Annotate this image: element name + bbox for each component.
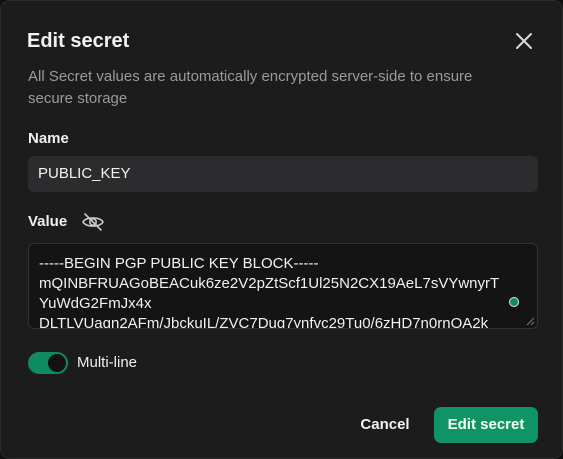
name-input[interactable]: PUBLIC_KEY (28, 156, 538, 192)
eye-off-icon (82, 213, 104, 231)
extension-indicator-icon[interactable] (509, 297, 519, 307)
value-line: mQINBFRUAGoBEACuk6ze2V2pZtScf1Ul25N2CX19… (39, 275, 500, 312)
toggle-knob (48, 354, 66, 372)
multiline-label: Multi-line (77, 354, 138, 371)
value-line: DLTLVUaqn2AFm/JbckuIL/ZVC7Dug7ynfvc29Tu0… (39, 315, 489, 329)
value-textarea[interactable]: -----BEGIN PGP PUBLIC KEY BLOCK----- mQI… (28, 243, 538, 329)
dialog-description: All Secret values are automatically encr… (28, 68, 473, 107)
close-button[interactable] (512, 29, 536, 53)
multiline-toggle[interactable] (28, 352, 68, 374)
close-icon (516, 33, 532, 49)
name-label: Name (28, 130, 69, 147)
edit-secret-dialog: Edit secret All Secret values are automa… (0, 0, 563, 459)
resize-handle-icon[interactable] (526, 317, 535, 326)
value-line: -----BEGIN PGP PUBLIC KEY BLOCK----- (39, 255, 319, 272)
value-label: Value (28, 213, 68, 230)
edit-secret-button[interactable]: Edit secret (434, 407, 538, 443)
cancel-button[interactable]: Cancel (347, 407, 423, 443)
dialog-title: Edit secret (27, 30, 130, 52)
toggle-visibility-button[interactable] (81, 211, 105, 233)
